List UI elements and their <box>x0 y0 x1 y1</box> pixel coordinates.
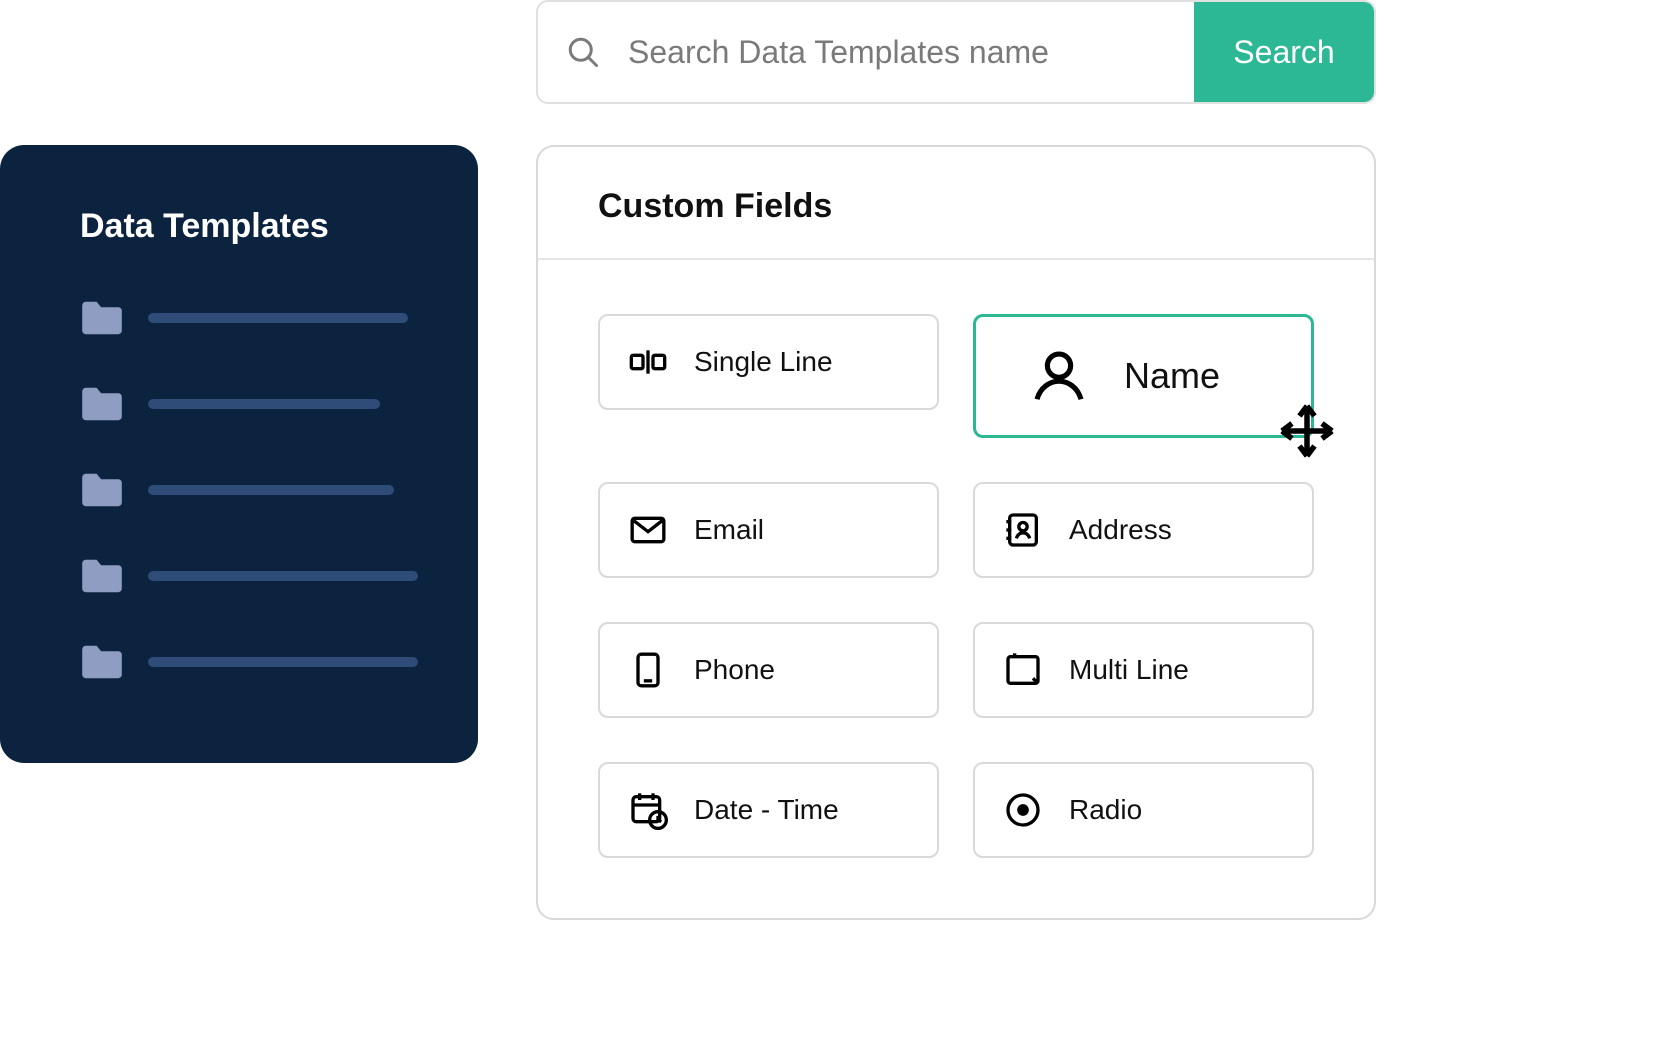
sidebar-item[interactable] <box>80 644 418 680</box>
data-templates-sidebar: Data Templates <box>0 145 478 763</box>
text-cursor-icon <box>628 342 668 382</box>
field-phone[interactable]: Phone <box>598 622 939 718</box>
address-book-icon <box>1003 510 1043 550</box>
sidebar-item[interactable] <box>80 472 418 508</box>
sidebar-item[interactable] <box>80 558 418 594</box>
sidebar-item[interactable] <box>80 386 418 422</box>
move-cursor-icon <box>1277 401 1337 461</box>
folder-icon <box>80 644 124 680</box>
field-multi-line[interactable]: Multi Line <box>973 622 1314 718</box>
field-single-line[interactable]: Single Line <box>598 314 939 410</box>
folder-icon <box>80 300 124 336</box>
search-bar: Search <box>536 0 1376 104</box>
sidebar-item-placeholder <box>148 399 380 409</box>
field-name[interactable]: Name <box>973 314 1314 438</box>
field-date-time[interactable]: Date - Time <box>598 762 939 858</box>
panel-title: Custom Fields <box>538 147 1374 260</box>
sidebar-item-placeholder <box>148 657 418 667</box>
folder-icon <box>80 558 124 594</box>
sidebar-folder-list <box>80 300 418 680</box>
sidebar-item-placeholder <box>148 485 394 495</box>
search-input[interactable] <box>628 2 1194 102</box>
field-label: Single Line <box>694 346 833 378</box>
field-grid: Single Line Name Email Address Phone Mul… <box>538 260 1374 918</box>
calendar-clock-icon <box>628 790 668 830</box>
multiline-icon <box>1003 650 1043 690</box>
custom-fields-panel: Custom Fields Single Line Name Email Add… <box>536 145 1376 920</box>
phone-icon <box>628 650 668 690</box>
field-label: Phone <box>694 654 775 686</box>
envelope-icon <box>628 510 668 550</box>
radio-icon <box>1003 790 1043 830</box>
search-icon <box>538 2 628 102</box>
sidebar-item-placeholder <box>148 571 418 581</box>
sidebar-title: Data Templates <box>80 207 418 246</box>
field-label: Date - Time <box>694 794 839 826</box>
sidebar-item[interactable] <box>80 300 418 336</box>
folder-icon <box>80 386 124 422</box>
field-label: Email <box>694 514 764 546</box>
field-label: Name <box>1124 355 1220 397</box>
person-icon <box>1028 345 1090 407</box>
folder-icon <box>80 472 124 508</box>
sidebar-item-placeholder <box>148 313 408 323</box>
field-label: Address <box>1069 514 1172 546</box>
search-button[interactable]: Search <box>1194 2 1374 102</box>
field-label: Radio <box>1069 794 1142 826</box>
field-label: Multi Line <box>1069 654 1189 686</box>
field-address[interactable]: Address <box>973 482 1314 578</box>
field-email[interactable]: Email <box>598 482 939 578</box>
field-radio[interactable]: Radio <box>973 762 1314 858</box>
